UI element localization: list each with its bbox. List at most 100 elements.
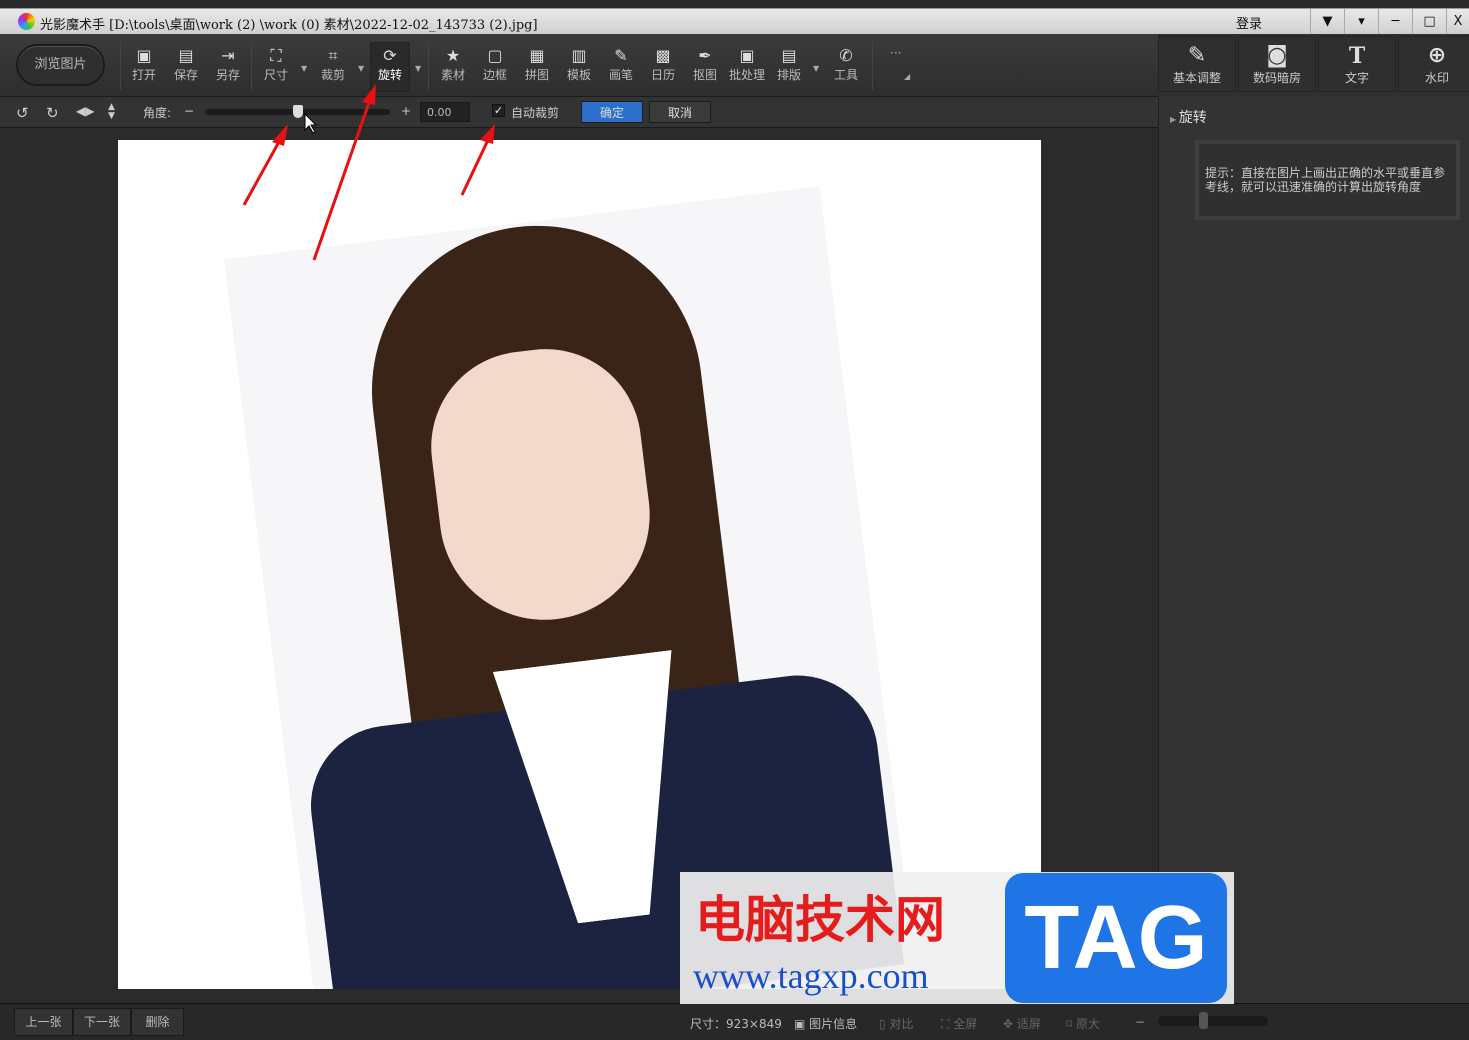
- window-title: 光影魔术手 [D:\tools\桌面\work (2) \work (0) 素材…: [40, 18, 538, 33]
- save-button[interactable]: ▤ 保存: [166, 46, 206, 83]
- divider: [428, 42, 429, 90]
- photo-preview[interactable]: [118, 140, 1041, 989]
- tool-label: 基本调整: [1172, 71, 1221, 85]
- text-button[interactable]: T 文字: [1318, 36, 1396, 92]
- rotate-left-icon[interactable]: ↺: [16, 104, 29, 122]
- fit-screen-button[interactable]: ✥ 适屏: [1003, 1015, 1041, 1032]
- image-info-label: 图片信息: [809, 1017, 858, 1031]
- delete-button[interactable]: 删除: [131, 1008, 184, 1036]
- fullscreen-button[interactable]: ⛶ 全屏: [941, 1015, 977, 1032]
- divider: [872, 42, 873, 90]
- skin-button[interactable]: ▼: [1310, 9, 1344, 35]
- tool-label: 批处理: [728, 68, 765, 82]
- flip-vertical-icon[interactable]: ▲ ▼: [108, 103, 115, 121]
- open-button[interactable]: ▣ 打开: [124, 46, 164, 83]
- tool-label: 拼图: [524, 68, 549, 82]
- panel-title: ▶ 旋转: [1170, 110, 1207, 126]
- layout-dropdown-icon[interactable]: ▼: [813, 64, 819, 73]
- edit-icon: ✎: [1187, 43, 1207, 68]
- maximize-button[interactable]: □: [1412, 9, 1446, 35]
- app-logo-icon: [18, 13, 35, 30]
- compare-button[interactable]: ▯ 对比: [879, 1015, 913, 1032]
- template-button[interactable]: ▥ 模板: [559, 46, 599, 83]
- panel-title-text: 旋转: [1178, 110, 1207, 126]
- login-button[interactable]: 登录: [1236, 13, 1262, 32]
- rotate-right-icon[interactable]: ↻: [46, 104, 59, 122]
- calendar-icon: ▩: [655, 46, 671, 65]
- material-button[interactable]: ★ 素材: [433, 46, 473, 83]
- batch-icon: ▣: [739, 46, 755, 65]
- right-panel: [1158, 97, 1469, 1003]
- prev-button[interactable]: 上一张: [14, 1008, 73, 1036]
- cancel-button[interactable]: 取消: [649, 101, 711, 123]
- tool-label: 数码暗房: [1252, 71, 1301, 85]
- next-button[interactable]: 下一张: [73, 1008, 131, 1036]
- login-label: 登录: [1236, 17, 1263, 32]
- menu-button[interactable]: ▾: [1344, 9, 1378, 35]
- original-size-button[interactable]: ⌑ 原大: [1066, 1015, 1100, 1032]
- angle-input[interactable]: 0.00: [420, 102, 470, 122]
- brush-button[interactable]: ✎ 画笔: [601, 46, 641, 83]
- expand-icon[interactable]: ◢: [904, 72, 910, 81]
- confirm-button[interactable]: 确定: [581, 101, 643, 123]
- auto-crop-checkbox[interactable]: ✓: [492, 104, 505, 117]
- angle-label: 角度:: [143, 106, 172, 120]
- watermark-text: 电脑技术网: [695, 890, 945, 949]
- title-bar: 光影魔术手 [D:\tools\桌面\work (2) \work (0) 素材…: [0, 8, 1469, 35]
- layout-button[interactable]: ▤ 排版: [769, 46, 809, 83]
- crop-icon: ⌗: [328, 46, 338, 65]
- more-button[interactable]: ···: [890, 46, 901, 60]
- angle-slider-thumb[interactable]: [293, 105, 303, 118]
- angle-decrease-button[interactable]: −: [184, 104, 194, 118]
- crop-button[interactable]: ⌗ 裁剪: [313, 46, 353, 83]
- rotate-options-bar: ↺ ↻ ◀▶ ▲ ▼ 角度: − + ✓ 自动裁剪: [0, 97, 1158, 128]
- compare-label: 对比: [889, 1017, 914, 1031]
- tools-button[interactable]: ✆ 工具: [826, 46, 866, 83]
- tool-label: 排版: [776, 68, 801, 82]
- zoom-slider[interactable]: [1158, 1016, 1268, 1026]
- basic-adjust-button[interactable]: ✎ 基本调整: [1158, 36, 1236, 92]
- saveas-icon: ⇥: [221, 46, 235, 65]
- image-info-button[interactable]: ▣ 图片信息: [794, 1015, 857, 1032]
- watermark-url: www.tagxp.com: [693, 956, 929, 996]
- flip-horizontal-icon[interactable]: ◀▶: [76, 104, 94, 118]
- resize-dropdown-icon[interactable]: ▼: [301, 64, 307, 73]
- main-toolbar: 浏览图片 ▣ 打开 ▤ 保存 ⇥ 另存 ⛶ 尺寸 ▼ ⌗ 裁剪 ▼ ⟳ 旋转 ▼ ★ 素材 ▢…: [0, 34, 1158, 97]
- darkroom-button[interactable]: ◙ 数码暗房: [1238, 36, 1316, 92]
- watermark-icon: ⊕: [1427, 43, 1447, 68]
- watermark-tag-logo: TAG: [1005, 873, 1227, 1003]
- fit-label: 适屏: [1016, 1017, 1041, 1031]
- auto-crop-label: 自动裁剪: [511, 106, 560, 120]
- angle-increase-button[interactable]: +: [401, 104, 411, 118]
- tool-label: 边框: [482, 68, 507, 82]
- tool-label: 日历: [650, 68, 675, 82]
- tool-label: 旋转: [377, 68, 402, 82]
- tool-label: 画笔: [608, 68, 633, 82]
- batch-button[interactable]: ▣ 批处理: [726, 46, 768, 83]
- collage-button[interactable]: ▦ 拼图: [517, 46, 557, 83]
- collage-icon: ▦: [529, 46, 545, 65]
- text-icon: T: [1348, 43, 1366, 69]
- crop-dropdown-icon[interactable]: ▼: [358, 64, 364, 73]
- browse-images-button[interactable]: 浏览图片: [16, 44, 105, 86]
- layout-icon: ▤: [781, 46, 797, 65]
- divider: [251, 42, 252, 90]
- minimize-button[interactable]: ─: [1378, 9, 1412, 35]
- watermark-button[interactable]: ⊕ 水印: [1398, 36, 1469, 92]
- tool-label: 打开: [131, 68, 156, 82]
- cutout-button[interactable]: ✒ 抠图: [685, 46, 725, 83]
- template-icon: ▥: [571, 46, 587, 65]
- resize-button[interactable]: ⛶ 尺寸: [256, 46, 296, 83]
- zoom-slider-thumb[interactable]: [1199, 1012, 1208, 1029]
- tool-label: 水印: [1424, 71, 1449, 85]
- calendar-button[interactable]: ▩ 日历: [643, 46, 683, 83]
- close-button[interactable]: X: [1446, 9, 1469, 35]
- tool-label: 尺寸: [263, 68, 288, 82]
- border-button[interactable]: ▢ 边框: [475, 46, 515, 83]
- rotate-button[interactable]: ⟳ 旋转: [370, 42, 410, 92]
- rotate-dropdown-icon[interactable]: ▼: [415, 64, 421, 73]
- fullscreen-label: 全屏: [953, 1017, 978, 1031]
- save-as-button[interactable]: ⇥ 另存: [208, 46, 248, 83]
- zoom-out-icon[interactable]: −: [1135, 1015, 1145, 1029]
- tool-label: 裁剪: [320, 68, 345, 82]
